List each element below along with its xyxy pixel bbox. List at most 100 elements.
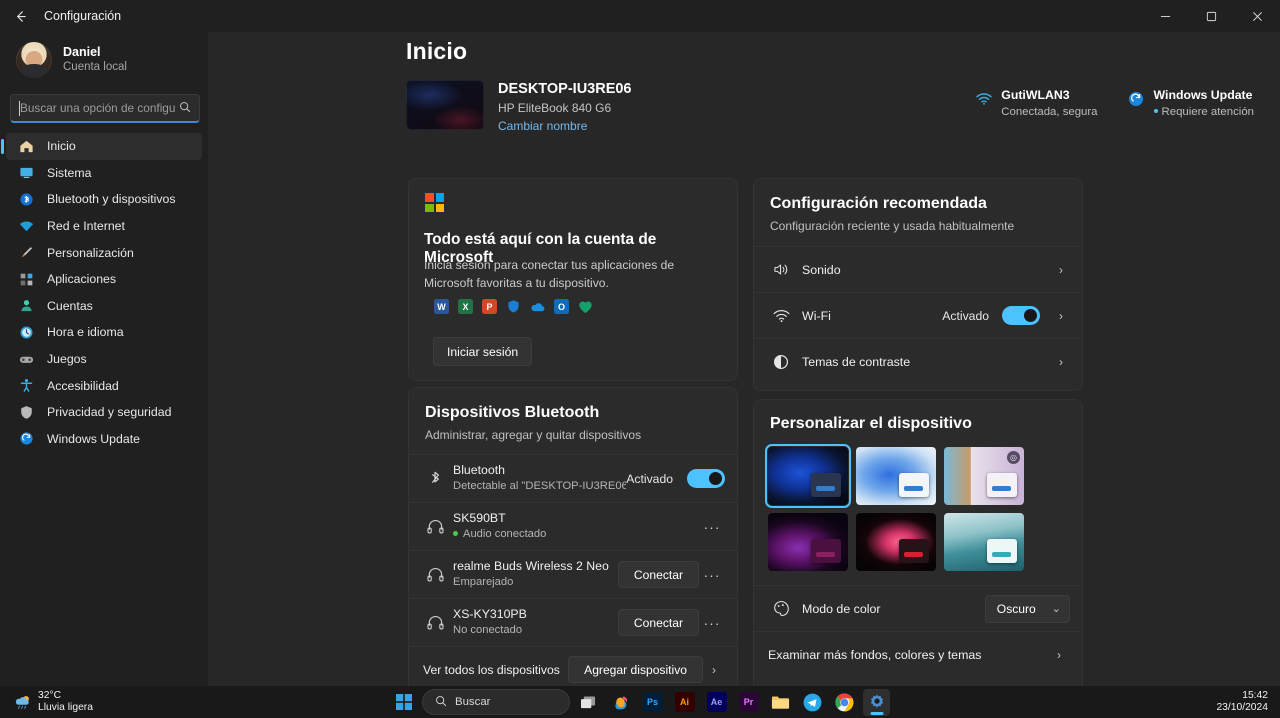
sidebar-item-label: Privacidad y seguridad [47,405,172,420]
weather-temp: 32°C [38,690,62,702]
illustrator-icon: Ai [674,692,695,712]
bluetooth-icon [423,470,447,487]
accessibility-icon [18,377,35,394]
connect-button[interactable]: Conectar [617,561,699,588]
sidebar-item-red[interactable]: Red e Internet [6,213,202,240]
window-preview [811,539,841,563]
theme-thumbnail-purple-glow[interactable] [768,513,848,571]
close-button[interactable] [1234,0,1280,32]
view-all-devices-link[interactable]: Ver todos los dispositivos [423,663,568,677]
theme-thumbnail-flower[interactable] [856,513,936,571]
status-windows-update[interactable]: Windows Update Requiere atención [1128,88,1254,121]
maximize-button[interactable] [1188,0,1234,32]
chevron-right-icon: › [1059,308,1063,323]
device-more-options[interactable]: ··· [699,519,725,535]
connect-button[interactable]: Conectar [617,609,699,636]
minimize-button[interactable] [1142,0,1188,32]
illustrator-button[interactable]: Ai [671,689,698,716]
browse-themes-row[interactable]: Examinar más fondos, colores y temas › [754,631,1082,677]
text-caret [19,101,20,116]
search-icon [179,101,191,116]
photoshop-button[interactable]: Ps [639,689,666,716]
settings-button[interactable] [863,688,890,716]
bluetooth-toggle-row[interactable]: Bluetooth Detectable al "DESKTOP-IU3RE06… [409,454,737,502]
recommended-row-contraste[interactable]: Temas de contraste › [754,338,1082,384]
table-row[interactable]: realme Buds Wireless 2 Neo Emparejado Co… [409,550,737,598]
status-subtitle: Conectada, segura [1001,105,1098,118]
telegram-button[interactable] [799,689,826,716]
personalize-card: Personalizar el dispositivo ◎ Modo de co… [753,399,1083,699]
device-name: XS-KY310PB [453,606,527,621]
defender-icon [506,299,521,314]
recommended-row-wifi[interactable]: Wi-Fi Activado › [754,292,1082,338]
sidebar-item-cuentas[interactable]: Cuentas [6,293,202,320]
theme-thumbnail-lake[interactable] [944,513,1024,571]
contrast-icon [768,354,794,370]
sidebar-item-sistema[interactable]: Sistema [6,160,202,187]
headphones-icon [423,567,447,582]
clock-date: 23/10/2024 [1216,702,1268,713]
table-row[interactable]: SK590BT Audio conectado ··· [409,502,737,550]
theme-thumbnail-windows-dark[interactable] [765,444,851,508]
sidebar-item-label: Bluetooth y dispositivos [47,192,176,207]
sidebar-item-aplicaciones[interactable]: Aplicaciones [6,266,202,293]
premiere-button[interactable]: Pr [735,689,762,716]
theme-thumbnail-windows-light[interactable] [856,447,936,505]
sidebar-item-label: Personalización [47,245,134,260]
sidebar-item-privacidad[interactable]: Privacidad y seguridad [6,399,202,426]
microsoft-logo [425,193,444,212]
aftereffects-button[interactable]: Ae [703,689,730,716]
connected-dot [453,530,458,536]
ms-app-icons: W X P O [434,299,593,314]
bluetooth-card-subtitle: Administrar, agregar y quitar dispositiv… [425,428,642,442]
gamepad-icon [18,351,35,368]
sidebar-item-label: Accesibilidad [47,378,119,393]
sidebar-item-accesibilidad[interactable]: Accesibilidad [6,372,202,399]
sidebar-item-label: Juegos [47,352,87,367]
window-preview [899,539,929,563]
sidebar-item-personalizacion[interactable]: Personalización [6,239,202,266]
back-button[interactable] [0,0,40,32]
start-button[interactable] [390,689,417,716]
excel-icon: X [458,299,473,314]
sidebar-item-juegos[interactable]: Juegos [6,346,202,373]
status-wifi[interactable]: GutiWLAN3 Conectada, segura [975,88,1098,121]
premiere-icon: Pr [738,692,759,712]
copilot-button[interactable] [607,689,634,716]
taskbar-clock[interactable]: 15:42 23/10/2024 [1208,686,1280,718]
profile-section[interactable]: Daniel Cuenta local [6,32,202,86]
taskview-button[interactable] [575,689,602,716]
add-device-button[interactable]: Agregar dispositivo [568,656,703,683]
search-input[interactable] [20,101,175,115]
chevron-right-icon[interactable]: › [703,663,725,677]
device-more-options[interactable]: ··· [699,615,725,631]
wifi-toggle[interactable] [1002,306,1040,325]
rename-device-link[interactable]: Cambiar nombre [498,117,632,136]
weather-widget[interactable]: 32°C Lluvia ligera [0,686,103,718]
outlook-icon: O [554,299,569,314]
explorer-button[interactable] [767,689,794,716]
sidebar-item-windows-update[interactable]: Windows Update [6,426,202,453]
window-preview [987,539,1017,563]
sidebar-item-inicio[interactable]: Inicio [1,133,202,160]
color-mode-dropdown[interactable]: Oscuro ⌄ [984,594,1070,623]
recommended-row-sonido[interactable]: Sonido › [754,246,1082,292]
sidebar-item-bluetooth[interactable]: Bluetooth y dispositivos [6,186,202,213]
search-box[interactable] [10,94,200,123]
theme-thumbnail-landscape-blossom[interactable]: ◎ [944,447,1024,505]
bluetooth-toggle[interactable] [687,469,725,488]
table-row[interactable]: XS-KY310PB No conectado Conectar ··· [409,598,737,646]
chrome-button[interactable] [831,689,858,716]
taskbar-search[interactable]: Buscar [422,689,570,715]
search-icon [435,695,447,710]
sidebar-item-label: Inicio [47,139,76,154]
sidebar: Daniel Cuenta local Inicio [0,32,208,686]
sidebar-item-hora[interactable]: Hora e idioma [6,319,202,346]
sidebar-item-label: Cuentas [47,298,93,313]
device-status: Audio conectado [453,527,699,543]
device-thumbnail [406,80,484,130]
signin-button[interactable]: Iniciar sesión [433,337,533,366]
device-more-options[interactable]: ··· [699,567,725,583]
avatar [16,42,52,78]
settings-window: Configuración Daniel Cuenta local Buscar… [0,0,1280,718]
